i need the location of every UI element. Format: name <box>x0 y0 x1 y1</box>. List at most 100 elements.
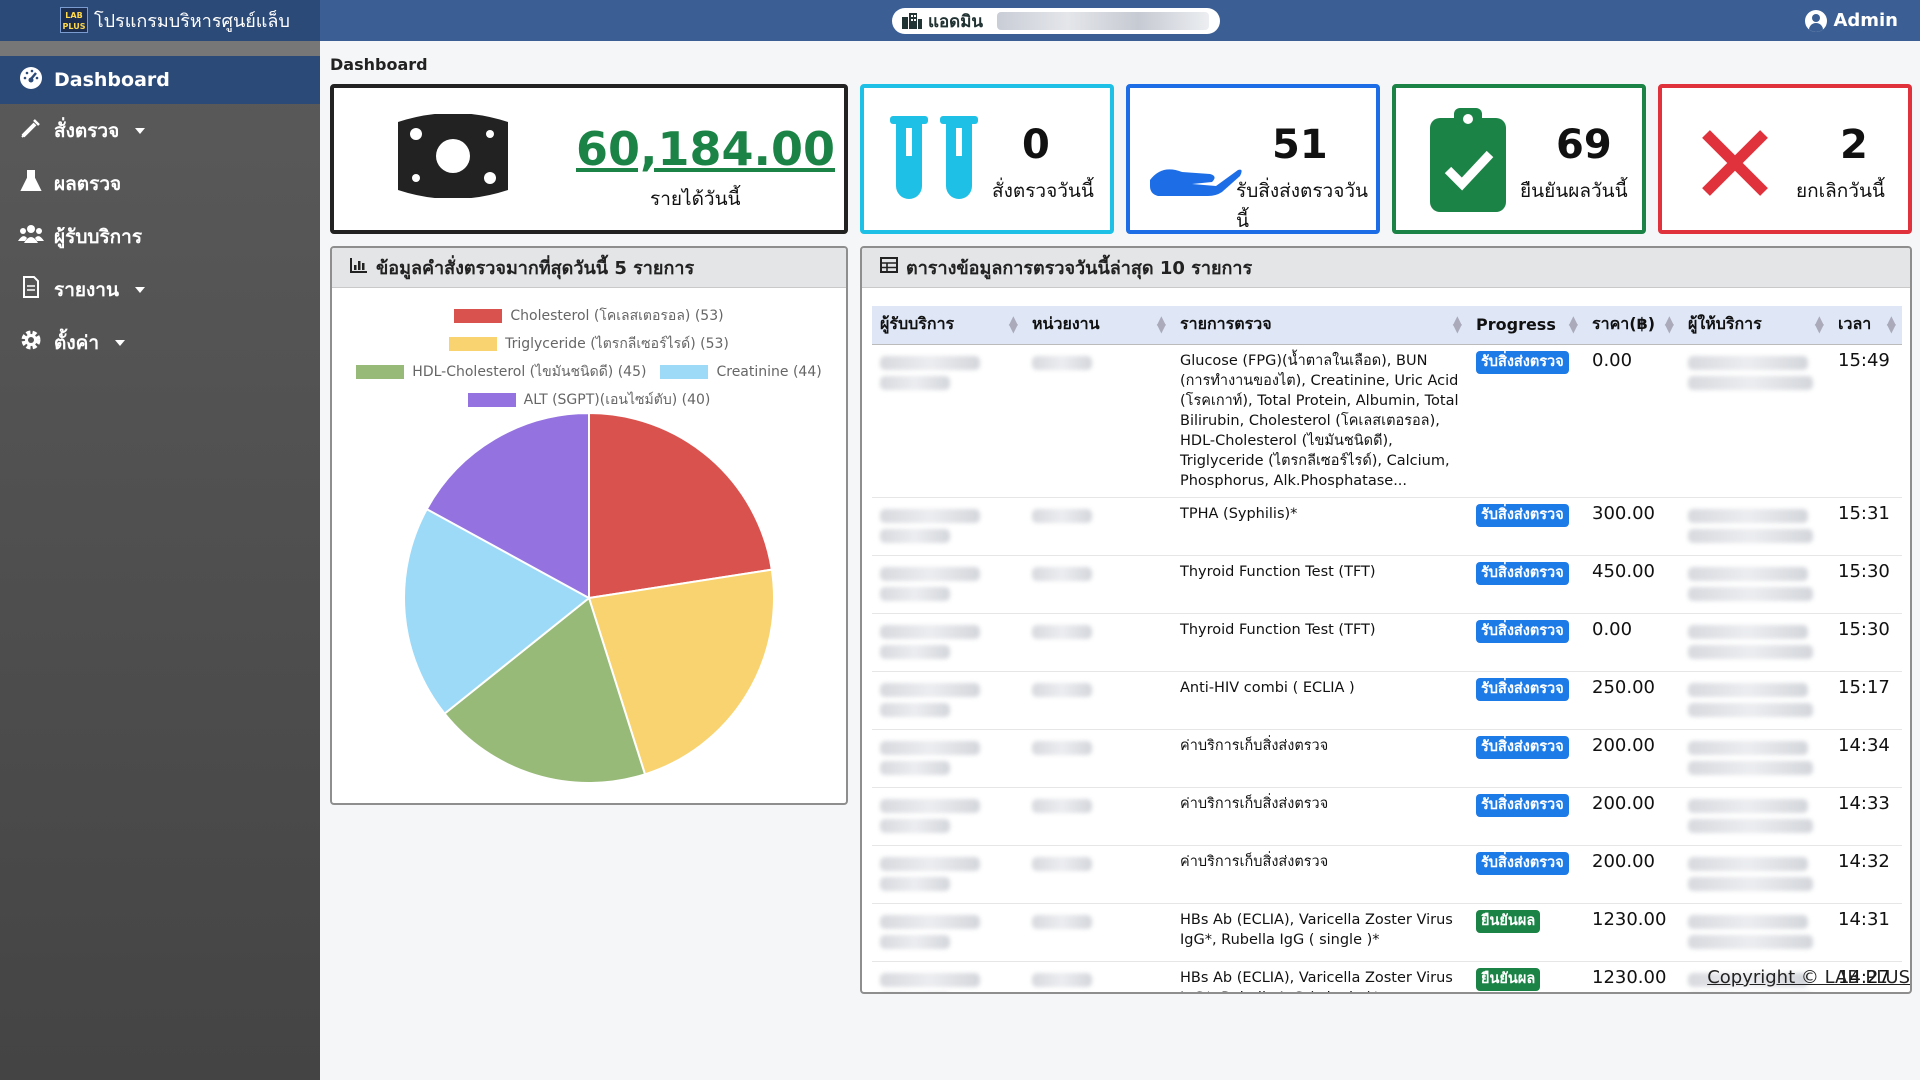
top-orders-chart-panel: ข้อมูลคำสั่งตรวจมากที่สุดวันนี้ 5 รายการ… <box>330 246 848 805</box>
admin-menu[interactable]: Admin <box>1805 0 1898 41</box>
sidebar: Dashboard สั่งตรวจ ผลตรวจ ผู้รับบริการ ร… <box>0 41 320 1080</box>
redacted-text <box>1688 566 1808 581</box>
price-cell: 300.00 <box>1584 497 1680 556</box>
patient-cell <box>872 344 1024 498</box>
table-icon <box>880 257 898 278</box>
patient-cell <box>872 729 1024 788</box>
legend-item-creatinine[interactable]: Creatinine (44) <box>660 364 822 380</box>
legend-item-cholesterol[interactable]: Cholesterol (โคเลสเตอรอล) (53) <box>454 305 724 327</box>
cancelled-today-value: 2 <box>1840 122 1868 168</box>
redacted-text <box>1688 586 1813 601</box>
column-label: หน่วยงาน <box>1032 314 1100 334</box>
col-tests[interactable]: รายการตรวจ ▲ ▼ <box>1172 306 1468 345</box>
progress-cell: รับสิ่งส่งตรวจ <box>1468 729 1584 788</box>
col-progress[interactable]: Progress ▲ ▼ <box>1468 306 1584 345</box>
test-tubes-icon <box>890 116 980 208</box>
status-badge: รับสิ่งส่งตรวจ <box>1476 851 1569 875</box>
department-cell <box>1024 613 1172 672</box>
copyright-link[interactable]: Copyright © LAB PLUS <box>1707 967 1910 988</box>
table-row[interactable]: Thyroid Function Test (TFT) รับสิ่งส่งตรว… <box>872 613 1902 672</box>
legend-swatch <box>449 337 498 351</box>
redacted-text <box>1688 355 1808 370</box>
progress-cell: รับสิ่งส่งตรวจ <box>1468 555 1584 614</box>
sidebar-item-settings[interactable]: ตั้งค่า <box>0 316 320 369</box>
col-provider[interactable]: ผู้ให้บริการ ▲ ▼ <box>1680 306 1830 345</box>
department-cell <box>1024 845 1172 904</box>
price-cell: 0.00 <box>1584 613 1680 672</box>
clipboard-check-icon <box>1430 108 1506 216</box>
table-row[interactable]: ค่าบริการเก็บสิ่งส่งตรวจ รับสิ่งส่งตรวจ 20… <box>872 729 1902 788</box>
redacted-text <box>880 818 950 833</box>
time-cell: 14:34 <box>1830 729 1902 788</box>
orders-today-card: 0 สั่งตรวจวันนี้ <box>860 84 1114 234</box>
time-cell: 14:32 <box>1830 845 1902 904</box>
redacted-text <box>880 914 980 929</box>
sort-icon: ▲ ▼ <box>1814 313 1824 335</box>
received-today-label: รับสิ่งส่งตรวจวันนี้ <box>1236 180 1369 232</box>
redacted-text <box>1688 682 1808 697</box>
chevron-down-icon <box>134 286 145 293</box>
col-price[interactable]: ราคา(฿) ▲ ▼ <box>1584 306 1680 345</box>
admin-label: Admin <box>1833 10 1898 31</box>
provider-cell <box>1680 729 1830 788</box>
provider-cell <box>1680 787 1830 846</box>
table-row[interactable]: HBs Ab (ECLIA), Varicella Zoster Virus I… <box>872 903 1902 962</box>
redacted-text <box>1032 355 1092 370</box>
redacted-text <box>1688 375 1813 390</box>
status-badge: รับสิ่งส่งตรวจ <box>1476 793 1569 817</box>
hand-holding-icon <box>1150 156 1242 200</box>
progress-cell: รับสิ่งส่งตรวจ <box>1468 787 1584 846</box>
sidebar-item-dashboard[interactable]: Dashboard <box>0 56 320 104</box>
column-label: ผู้ให้บริการ <box>1688 314 1762 334</box>
pie-slice-0[interactable] <box>588 414 773 600</box>
orders-today-value: 0 <box>1022 122 1050 168</box>
redacted-text <box>1688 876 1813 891</box>
col-time[interactable]: เวลา ▲ ▼ <box>1830 306 1902 345</box>
cancelled-today-card: 2 ยกเลิกวันนี้ <box>1658 84 1912 234</box>
redacted-text <box>1688 702 1813 717</box>
department-cell <box>1024 555 1172 614</box>
redacted-text <box>1688 993 1813 995</box>
column-label: Progress <box>1476 315 1556 335</box>
col-department[interactable]: หน่วยงาน ▲ ▼ <box>1024 306 1172 345</box>
redacted-name <box>997 12 1209 30</box>
revenue-value[interactable]: 60,184.00 <box>576 122 835 176</box>
patient-cell <box>872 961 1024 992</box>
patient-cell <box>872 497 1024 556</box>
redacted-text <box>880 566 980 581</box>
building-icon <box>902 13 922 29</box>
sidebar-item-orders[interactable]: สั่งตรวจ <box>0 104 320 157</box>
sidebar-item-results[interactable]: ผลตรวจ <box>0 157 320 210</box>
brand[interactable]: LAB PLUS โปรแกรมบริหารศูนย์แล็บ <box>0 0 320 41</box>
redacted-text <box>880 856 980 871</box>
center-label: แอดมิน <box>928 11 984 32</box>
legend-item-alt[interactable]: ALT (SGPT)(เอนไซม์ตับ) (40) <box>467 389 710 411</box>
redacted-text <box>1688 740 1808 755</box>
redacted-text <box>1032 682 1092 697</box>
table-row[interactable]: TPHA (Syphilis)* รับสิ่งส่งตรวจ 300.00 15:3… <box>872 497 1902 556</box>
legend-item-triglyceride[interactable]: Triglyceride (ไตรกลีเซอร์ไรด์) (53) <box>449 333 729 355</box>
sidebar-item-reports[interactable]: รายงาน <box>0 263 320 316</box>
sort-icon: ▲ ▼ <box>1008 313 1018 335</box>
progress-cell: รับสิ่งส่งตรวจ <box>1468 613 1584 672</box>
redacted-text <box>1688 644 1813 659</box>
table-row[interactable]: Thyroid Function Test (TFT) รับสิ่งส่งตรว… <box>872 555 1902 614</box>
table-row[interactable]: ค่าบริการเก็บสิ่งส่งตรวจ รับสิ่งส่งตรวจ 20… <box>872 845 1902 904</box>
col-patient[interactable]: ผู้รับบริการ ▲ ▼ <box>872 306 1024 345</box>
table-row[interactable]: ค่าบริการเก็บสิ่งส่งตรวจ รับสิ่งส่งตรวจ 20… <box>872 787 1902 846</box>
time-cell: 15:17 <box>1830 671 1902 730</box>
redacted-text <box>880 934 950 949</box>
tests-cell: HBs Ab (ECLIA), Varicella Zoster Virus I… <box>1172 961 1468 992</box>
redacted-text <box>880 740 980 755</box>
table-row[interactable]: Glucose (FPG)(น้ำตาลในเลือด), BUN (การทำ… <box>872 344 1902 498</box>
syringe-icon <box>18 116 44 145</box>
redacted-text <box>880 624 980 639</box>
legend-item-hdl[interactable]: HDL-Cholesterol (ไขมันชนิดดี) (45) <box>356 361 646 383</box>
sort-icon: ▲ ▼ <box>1156 313 1166 335</box>
sidebar-item-patients[interactable]: ผู้รับบริการ <box>0 210 320 263</box>
received-today-card: 51 รับสิ่งส่งตรวจวันนี้ <box>1126 84 1380 234</box>
patient-cell <box>872 555 1024 614</box>
legend-swatch <box>454 309 503 323</box>
table-row[interactable]: Anti-HIV combi ( ECLIA ) รับสิ่งส่งตรวจ 25… <box>872 671 1902 730</box>
progress-cell: รับสิ่งส่งตรวจ <box>1468 671 1584 730</box>
